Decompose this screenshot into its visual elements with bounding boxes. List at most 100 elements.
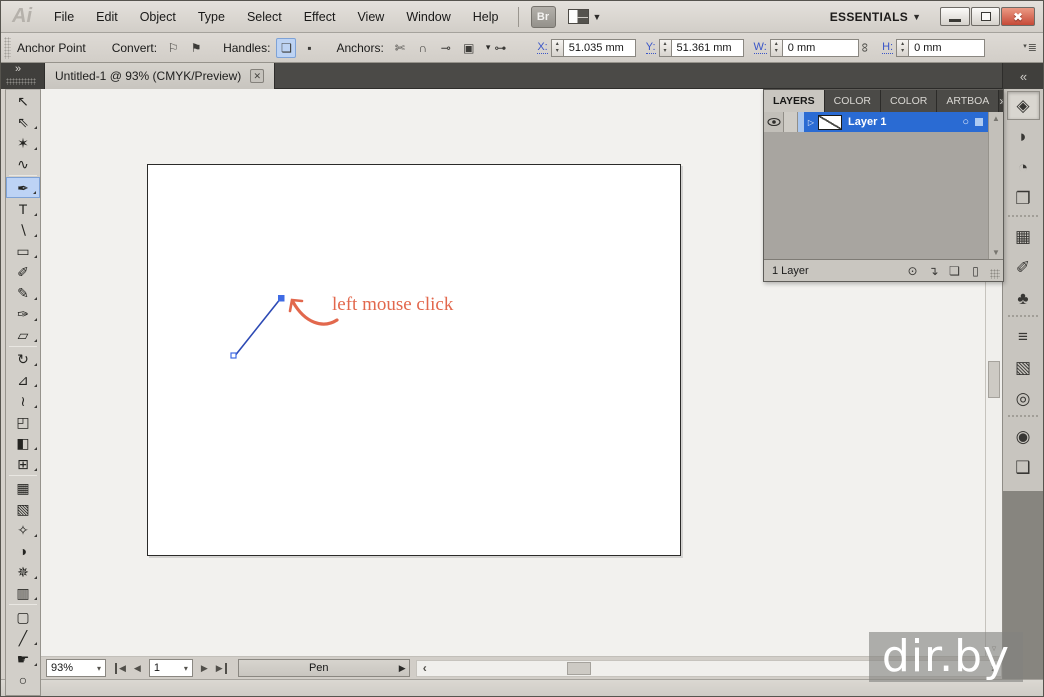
connect-endpoints-icon[interactable]: ⊸ — [436, 38, 456, 58]
appearance-panel-button[interactable]: ◉ — [1007, 422, 1040, 451]
new-sublayer-button[interactable]: ↴ — [923, 264, 944, 278]
zoom-level-select[interactable]: 93% ▾ — [46, 659, 106, 677]
menu-window[interactable]: Window — [395, 1, 461, 33]
lock-toggle[interactable] — [784, 112, 798, 132]
mesh-tool[interactable]: ▦ — [6, 477, 40, 498]
eraser-tool[interactable]: ▱ — [6, 324, 40, 345]
layers-panel-button[interactable]: ◈ — [1007, 91, 1040, 120]
control-bar-grip[interactable] — [4, 37, 11, 59]
spin-up-icon[interactable]: ▴ — [775, 41, 778, 48]
spin-down-icon[interactable]: ▾ — [556, 48, 559, 55]
x-field[interactable]: 51.035 mm — [564, 39, 636, 57]
x-stepper[interactable]: ▴▾ — [551, 39, 564, 57]
pen-tool[interactable]: ✒ — [6, 177, 40, 198]
panel-tab-color[interactable]: COLOR — [825, 90, 881, 112]
gradient-panel-button[interactable]: ▧ — [1007, 353, 1040, 382]
isolate-selection-icon[interactable]: ▣ — [459, 38, 479, 58]
y-stepper[interactable]: ▴▾ — [659, 39, 672, 57]
color-guide-panel-button[interactable]: ◔ — [1007, 153, 1040, 182]
link-dimensions-icon[interactable]: ∞ — [858, 43, 873, 52]
control-panel-menu-icon[interactable]: ▾ ≣ — [1023, 41, 1037, 54]
restore-button[interactable] — [971, 7, 1000, 26]
paintbrush-tool[interactable]: ✐ — [6, 261, 40, 282]
new-layer-button[interactable]: ❏ — [944, 264, 965, 278]
menu-help[interactable]: Help — [462, 1, 510, 33]
menu-type[interactable]: Type — [187, 1, 236, 33]
workspace-switcher[interactable]: ESSENTIALS ▼ — [830, 10, 921, 24]
horizontal-scrollbar-thumb[interactable] — [567, 662, 591, 675]
direct-selection-tool[interactable]: ⇖ — [6, 111, 40, 132]
brushes-panel-button[interactable]: ✐ — [1007, 253, 1040, 282]
magic-wand-tool[interactable]: ✶ — [6, 132, 40, 153]
rotate-tool[interactable]: ↻ — [6, 348, 40, 369]
current-tool-status[interactable]: Pen ▶ — [238, 659, 410, 677]
layer-row[interactable]: ▷ Layer 1 ○ — [764, 112, 988, 132]
convert-to-smooth-icon[interactable]: ⚑ — [186, 38, 206, 58]
graphic-styles-panel-button[interactable]: ❑ — [1007, 453, 1040, 482]
shape-builder-tool[interactable]: ◧ — [6, 432, 40, 453]
measure-icon[interactable]: ⊶ — [490, 38, 510, 58]
blob-brush-tool[interactable]: ✑ — [6, 303, 40, 324]
menu-object[interactable]: Object — [129, 1, 187, 33]
launch-bridge-button[interactable]: Br — [531, 6, 556, 28]
scroll-left-icon[interactable]: ‹ — [417, 661, 433, 675]
previous-artboard-button[interactable]: ◀ — [130, 663, 145, 674]
delete-layer-button[interactable]: ▯ — [965, 264, 986, 278]
symbol-sprayer-tool[interactable]: ✵ — [6, 561, 40, 582]
selection-tool[interactable]: ↖ — [6, 90, 40, 111]
free-transform-tool[interactable]: ◰ — [6, 411, 40, 432]
layer-thumbnail[interactable] — [818, 115, 842, 130]
disclosure-triangle-icon[interactable]: ▷ — [804, 118, 818, 127]
target-circle-icon[interactable]: ○ — [962, 117, 969, 128]
scroll-up-icon[interactable]: ▲ — [989, 114, 1003, 123]
width-tool[interactable]: ≀ — [6, 390, 40, 411]
eyedropper-tool[interactable]: ✧ — [6, 519, 40, 540]
h-stepper[interactable]: ▴▾ — [896, 39, 909, 57]
transparency-panel-button[interactable]: ◎ — [1007, 384, 1040, 413]
visibility-toggle[interactable] — [764, 112, 784, 132]
first-artboard-button[interactable]: ◀ — [115, 663, 130, 674]
expand-dock-button[interactable]: « — [1002, 63, 1043, 89]
symbols-panel-button[interactable]: ♣ — [1007, 284, 1040, 313]
make-clipping-mask-button[interactable]: ⊙ — [902, 264, 923, 278]
toolbox-drag-grip[interactable] — [6, 78, 36, 85]
hide-handles-icon[interactable]: ▪ — [299, 38, 319, 58]
menu-file[interactable]: File — [43, 1, 85, 33]
menu-select[interactable]: Select — [236, 1, 293, 33]
minimize-button[interactable] — [940, 7, 970, 26]
panel-tab-color[interactable]: COLOR — [881, 90, 937, 112]
spin-up-icon[interactable]: ▴ — [556, 41, 559, 48]
lasso-tool[interactable]: ∿ — [6, 153, 40, 174]
next-artboard-button[interactable]: ▶ — [197, 663, 212, 674]
show-handles-icon[interactable]: ❏ — [276, 38, 296, 58]
tab-close-button[interactable]: ✕ — [250, 69, 264, 83]
spin-down-icon[interactable]: ▾ — [664, 48, 667, 55]
spin-up-icon[interactable]: ▴ — [901, 41, 904, 48]
panel-tab-artboa[interactable]: ARTBOA — [937, 90, 999, 112]
selection-indicator[interactable] — [975, 118, 983, 126]
remove-anchor-icon[interactable]: ∩ — [413, 38, 433, 58]
toolbox-panel-header[interactable]: » — [1, 63, 45, 89]
pencil-tool[interactable]: ✎ — [6, 282, 40, 303]
panel-resize-grip[interactable] — [990, 269, 1000, 279]
artboard-number-select[interactable]: 1 ▾ — [149, 659, 193, 677]
swatches-panel-button[interactable]: ▦ — [1007, 222, 1040, 251]
zoom-tool[interactable]: ○ — [6, 669, 40, 690]
type-tool[interactable]: T — [6, 198, 40, 219]
slice-tool[interactable]: ╱ — [6, 627, 40, 648]
color-panel-button[interactable]: ◗ — [1007, 122, 1040, 151]
tab-overflow-icon[interactable]: » — [999, 94, 1003, 108]
collapse-toolbox-icon[interactable]: » — [15, 63, 19, 75]
stroke-panel-button[interactable]: ≡ — [1007, 322, 1040, 351]
artboards-panel-button[interactable]: ❐ — [1007, 184, 1040, 213]
blend-tool[interactable]: ◑ — [6, 540, 40, 561]
spin-down-icon[interactable]: ▾ — [775, 48, 778, 55]
panel-tab-layers[interactable]: LAYERS — [764, 90, 825, 112]
hand-tool[interactable]: ☛ — [6, 648, 40, 669]
last-artboard-button[interactable]: ▶ — [212, 663, 227, 674]
cut-path-icon[interactable]: ✄ — [390, 38, 410, 58]
column-graph-tool[interactable]: ▥ — [6, 582, 40, 603]
w-field[interactable]: 0 mm — [783, 39, 859, 57]
arrange-documents-icon[interactable] — [568, 9, 589, 24]
y-field[interactable]: 51.361 mm — [672, 39, 744, 57]
